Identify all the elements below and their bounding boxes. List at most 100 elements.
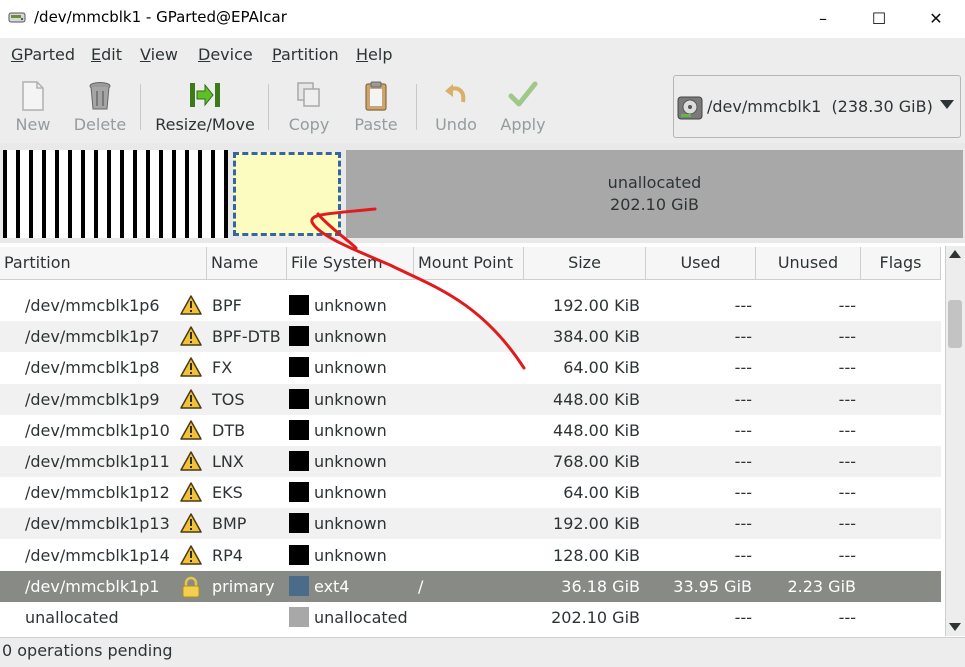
filesystem-cell: unknown	[314, 546, 387, 565]
column-header-filesystem[interactable]: File System	[287, 247, 414, 279]
size-cell: 448.00 KiB	[553, 421, 640, 440]
resize-move-icon	[190, 83, 220, 107]
table-row[interactable]: /dev/mmcblk1p7 BPF-DTB unknown 384.00 KiB --…	[0, 321, 941, 352]
flags-cell	[861, 540, 941, 571]
used-cell: ---	[734, 327, 752, 346]
filesystem-cell: unknown	[314, 296, 387, 315]
column-header-unused[interactable]: Unused	[756, 247, 861, 279]
mount-point-cell	[418, 415, 518, 446]
unused-cell: ---	[838, 546, 856, 565]
dropdown-arrow-icon[interactable]	[940, 100, 954, 109]
map-partition-stripe	[198, 150, 202, 238]
size-cell: 128.00 KiB	[553, 546, 640, 565]
menu-device[interactable]: Device	[198, 45, 253, 64]
paste-button[interactable]: Paste	[348, 74, 404, 140]
disk-drive-icon	[677, 96, 703, 120]
flags-cell	[861, 508, 941, 539]
used-cell: ---	[734, 296, 752, 315]
size-cell: 448.00 KiB	[553, 390, 640, 409]
map-partition-stripe	[133, 150, 137, 238]
scroll-up-arrow-icon[interactable]	[949, 250, 961, 258]
menu-edit[interactable]: Edit	[91, 45, 122, 64]
undo-arrow-icon	[445, 84, 466, 103]
partition-cell: /dev/mmcblk1p6	[25, 296, 160, 315]
undo-button[interactable]: Undo	[428, 74, 484, 140]
table-row[interactable]: /dev/mmcblk1p12 EKS unknown 64.00 KiB --- ---	[0, 477, 941, 508]
map-unallocated-size: 202.10 GiB	[610, 195, 699, 214]
filesystem-color-swatch	[289, 576, 309, 596]
name-cell: RP4	[212, 546, 243, 565]
warning-icon	[180, 545, 202, 569]
partition-cell: /dev/mmcblk1p14	[25, 546, 170, 565]
new-document-icon	[22, 81, 44, 111]
mount-point-cell	[418, 290, 518, 321]
table-row[interactable]: /dev/mmcblk1p13 BMP unknown 192.00 KiB --- --…	[0, 508, 941, 539]
partition-cell: unallocated	[25, 608, 119, 627]
column-header-partition[interactable]: Partition	[0, 247, 207, 279]
column-header-size[interactable]: Size	[524, 247, 646, 279]
menu-help[interactable]: Help	[356, 45, 392, 64]
table-row[interactable]: /dev/mmcblk1p14 RP4 unknown 128.00 KiB --- --…	[0, 540, 941, 571]
warning-icon	[180, 326, 202, 350]
filesystem-color-swatch	[289, 326, 309, 346]
mount-point-cell	[418, 446, 518, 477]
delete-button[interactable]: Delete	[68, 74, 132, 140]
minimize-button[interactable]: –	[794, 0, 852, 38]
filesystem-cell: unknown	[314, 483, 387, 502]
name-cell: FX	[212, 358, 233, 377]
warning-icon	[180, 513, 202, 537]
unused-cell: ---	[838, 452, 856, 471]
new-button[interactable]: New	[6, 74, 60, 140]
apply-button[interactable]: Apply	[494, 74, 552, 140]
map-partition-primary-selected[interactable]	[233, 152, 341, 236]
size-cell: 64.00 KiB	[563, 358, 640, 377]
name-cell: BMP	[212, 514, 247, 533]
size-cell: 64.00 KiB	[563, 483, 640, 502]
column-header-name[interactable]: Name	[207, 247, 287, 279]
map-partition-stripe	[211, 150, 215, 238]
used-cell: ---	[734, 390, 752, 409]
table-row[interactable]: /dev/mmcblk1p11 LNX unknown 768.00 KiB --- --…	[0, 446, 941, 477]
filesystem-cell: unallocated	[314, 608, 408, 627]
map-partition-stripe	[81, 150, 85, 238]
table-row[interactable]: /dev/mmcblk1p6 BPF unknown 192.00 KiB --- ---	[0, 290, 941, 321]
column-header-flags[interactable]: Flags	[861, 247, 941, 279]
used-cell: ---	[734, 358, 752, 377]
scroll-down-arrow-icon[interactable]	[949, 623, 961, 631]
filesystem-color-swatch	[289, 420, 309, 440]
filesystem-color-swatch	[289, 482, 309, 502]
size-cell: 192.00 KiB	[553, 296, 640, 315]
flags-cell	[861, 321, 941, 352]
map-partition-stripe	[185, 150, 189, 238]
map-partition-stripe	[94, 150, 98, 238]
maximize-button[interactable]: ☐	[850, 0, 908, 38]
unused-cell: ---	[838, 421, 856, 440]
map-partition-stripe	[16, 150, 20, 238]
map-partition-stripe	[42, 150, 46, 238]
unused-cell: ---	[838, 514, 856, 533]
window-title: /dev/mmcblk1 - GParted@EPAIcar	[34, 8, 287, 26]
table-row[interactable]: unallocated unallocated 202.10 GiB --- ---	[0, 602, 941, 633]
scrollbar-thumb[interactable]	[948, 300, 962, 348]
mount-point-cell	[418, 477, 518, 508]
menu-view[interactable]: View	[140, 45, 178, 64]
filesystem-cell: unknown	[314, 452, 387, 471]
column-header-mount-point[interactable]: Mount Point	[414, 247, 524, 279]
table-row[interactable]: /dev/mmcblk1p10 DTB unknown 448.00 KiB --- --…	[0, 415, 941, 446]
column-header-used[interactable]: Used	[646, 247, 756, 279]
mount-point-cell	[418, 384, 518, 415]
unused-cell: ---	[838, 296, 856, 315]
mount-point-cell	[418, 352, 518, 383]
menu-gparted[interactable]: GParted	[11, 45, 75, 64]
copy-button[interactable]: Copy	[282, 74, 336, 140]
map-small-partitions[interactable]	[3, 150, 228, 238]
resize-move-button[interactable]: Resize/Move	[150, 74, 260, 140]
table-row[interactable]: /dev/mmcblk1p9 TOS unknown 448.00 KiB --- ---	[0, 384, 941, 415]
table-row[interactable]: /dev/mmcblk1p8 FX unknown 64.00 KiB --- ---	[0, 352, 941, 383]
menu-partition[interactable]: Partition	[272, 45, 339, 64]
map-partition-stripe	[55, 150, 59, 238]
used-cell: 33.95 GiB	[673, 577, 752, 596]
table-row[interactable]: /dev/mmcblk1p1 primary ext4 / 36.18 GiB 33.95…	[0, 571, 941, 602]
close-button[interactable]: ✕	[907, 0, 965, 38]
filesystem-cell: unknown	[314, 358, 387, 377]
